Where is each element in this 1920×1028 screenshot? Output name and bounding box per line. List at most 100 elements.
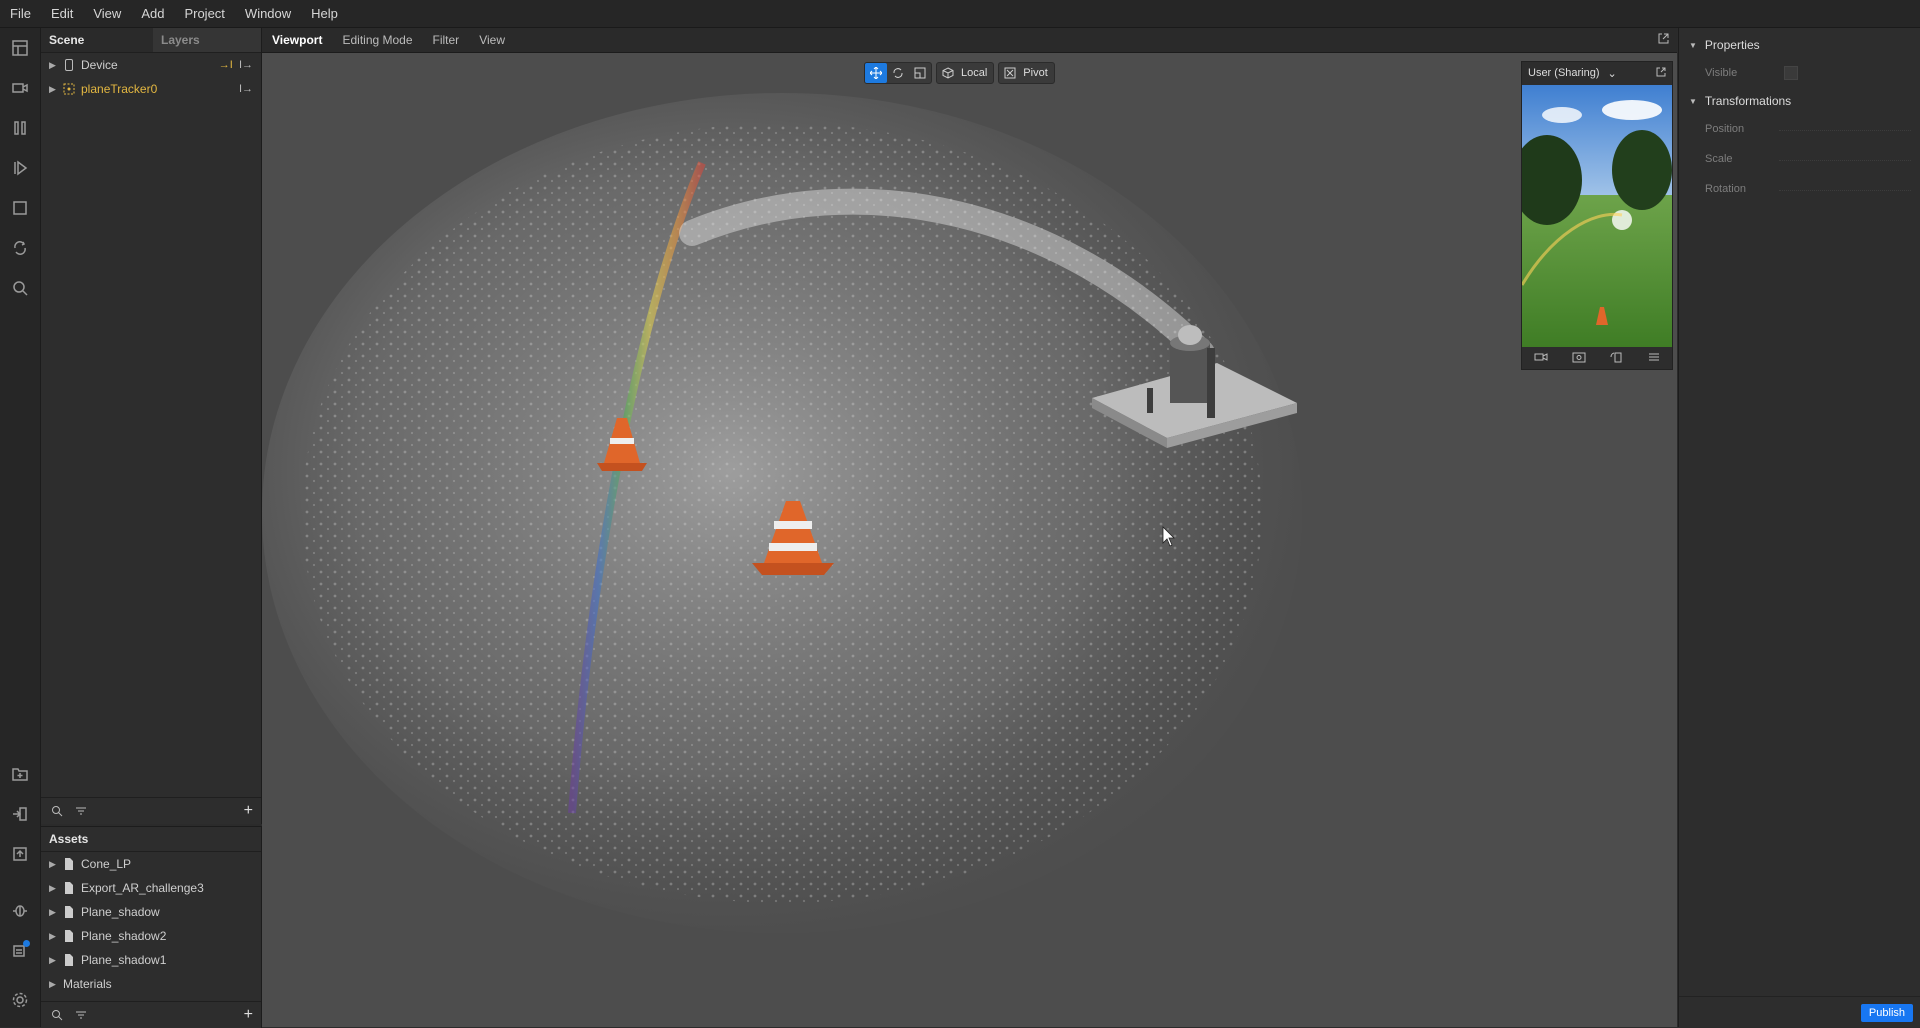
asset-item[interactable]: ▶ Cone_LP <box>41 852 261 876</box>
step-icon[interactable] <box>8 156 32 180</box>
bug-icon[interactable] <box>8 898 32 922</box>
settings-icon[interactable] <box>8 988 32 1012</box>
expand-arrow-icon[interactable]: ▶ <box>49 84 59 95</box>
collapse-arrow-icon[interactable]: ▼ <box>1689 97 1697 106</box>
tab-viewport[interactable]: Viewport <box>262 33 332 47</box>
tree-item-actions[interactable]: I→ <box>239 83 253 95</box>
menu-window[interactable]: Window <box>235 6 301 21</box>
asset-item[interactable]: ▶ Plane_shadow <box>41 900 261 924</box>
chevron-down-icon[interactable]: ⌄ <box>1608 67 1617 80</box>
filter-icon[interactable] <box>73 1007 89 1023</box>
section-title: Transformations <box>1704 94 1792 108</box>
file-icon <box>63 882 75 894</box>
file-icon <box>63 858 75 870</box>
expand-arrow-icon[interactable]: ▶ <box>49 883 59 894</box>
visible-checkbox[interactable] <box>1784 66 1798 80</box>
add-asset-button[interactable]: + <box>244 1006 253 1024</box>
tree-item-planetracker[interactable]: ▶ planeTracker0 I→ <box>41 77 261 101</box>
menu-bar: File Edit View Add Project Window Help <box>0 0 1920 28</box>
tree-item-actions[interactable]: →I I→ <box>219 59 253 71</box>
stop-icon[interactable] <box>8 196 32 220</box>
scale-row: Scale <box>1679 144 1920 174</box>
visible-row: Visible <box>1679 58 1920 88</box>
add-folder-icon[interactable] <box>8 762 32 786</box>
tab-scene[interactable]: Scene <box>41 28 92 52</box>
search-icon[interactable] <box>49 803 65 819</box>
asset-item[interactable]: ▶ Export_AR_challenge3 <box>41 876 261 900</box>
device-icon <box>63 59 75 71</box>
menu-view[interactable]: View <box>83 6 131 21</box>
tree-item-device[interactable]: ▶ Device →I I→ <box>41 53 261 77</box>
search-icon[interactable] <box>8 276 32 300</box>
publish-bar: Publish <box>1679 996 1920 1027</box>
publish-button[interactable]: Publish <box>1860 1004 1913 1022</box>
transformations-section-header[interactable]: ▼ Transformations <box>1679 88 1920 114</box>
asset-label: Plane_shadow <box>81 905 160 919</box>
search-icon[interactable] <box>49 1007 65 1023</box>
asset-label: Cone_LP <box>81 857 132 871</box>
device-preview: User (Sharing) ⌄ <box>1521 61 1673 370</box>
tab-layers[interactable]: Layers <box>153 28 261 52</box>
local-toggle[interactable]: Local <box>959 67 993 79</box>
expand-arrow-icon[interactable]: ▶ <box>49 931 59 942</box>
filter-icon[interactable] <box>73 803 89 819</box>
import-icon[interactable] <box>8 802 32 826</box>
scale-label: Scale <box>1705 153 1733 165</box>
position-label: Position <box>1705 123 1745 135</box>
expand-arrow-icon[interactable]: ▶ <box>49 907 59 918</box>
asset-folder[interactable]: ▶ Materials <box>41 972 261 996</box>
tab-editing-mode[interactable]: Editing Mode <box>332 33 422 47</box>
preview-camera-select[interactable]: User (Sharing) <box>1528 67 1600 79</box>
menu-add[interactable]: Add <box>131 6 174 21</box>
asset-label: Plane_shadow2 <box>81 929 167 943</box>
asset-item[interactable]: ▶ Plane_shadow1 <box>41 948 261 972</box>
pivot-toggle[interactable]: Pivot <box>1021 67 1053 79</box>
add-object-button[interactable]: + <box>244 802 253 820</box>
tree-item-label: planeTracker0 <box>81 82 158 96</box>
file-icon <box>63 930 75 942</box>
menu-help[interactable]: Help <box>301 6 348 21</box>
video-icon[interactable] <box>8 76 32 100</box>
expand-arrow-icon[interactable]: ▶ <box>49 859 59 870</box>
local-space-icon[interactable] <box>937 63 959 83</box>
position-fields[interactable] <box>1779 128 1911 131</box>
menu-icon[interactable] <box>1648 351 1660 365</box>
expand-arrow-icon[interactable]: ▶ <box>49 979 59 990</box>
scale-tool-icon[interactable] <box>909 63 931 83</box>
tab-view[interactable]: View <box>469 33 515 47</box>
pause-icon[interactable] <box>8 116 32 140</box>
rotate-device-icon[interactable] <box>1610 351 1624 366</box>
menu-project[interactable]: Project <box>174 6 234 21</box>
expand-arrow-icon[interactable]: ▶ <box>49 955 59 966</box>
rotation-fields[interactable] <box>1779 188 1911 191</box>
plane-tracker-icon <box>63 83 75 95</box>
asset-item[interactable]: ▶ Plane_shadow2 <box>41 924 261 948</box>
menu-edit[interactable]: Edit <box>41 6 83 21</box>
scene-panel-footer: + <box>41 797 261 824</box>
pivot-icon[interactable] <box>999 63 1021 83</box>
asset-label: Materials <box>63 977 112 991</box>
video-icon[interactable] <box>1534 351 1548 366</box>
file-icon <box>63 954 75 966</box>
menu-file[interactable]: File <box>0 6 41 21</box>
visible-label: Visible <box>1705 67 1738 79</box>
collapse-arrow-icon[interactable]: ▼ <box>1689 41 1697 50</box>
expand-arrow-icon[interactable]: ▶ <box>49 60 59 71</box>
assets-panel: Assets ▶ Cone_LP ▶ Export_AR_challenge3 ▶ P… <box>41 826 262 1028</box>
layout-icon[interactable] <box>8 36 32 60</box>
properties-section-header[interactable]: ▼ Properties <box>1679 32 1920 58</box>
position-row: Position <box>1679 114 1920 144</box>
tab-filter[interactable]: Filter <box>423 33 470 47</box>
popout-icon[interactable] <box>1648 33 1677 47</box>
viewport-tab-bar: Viewport Editing Mode Filter View <box>262 28 1677 53</box>
rotate-tool-icon[interactable] <box>887 63 909 83</box>
section-title: Properties <box>1704 38 1760 52</box>
viewport-canvas[interactable]: Local Pivot User (Sharing) ⌄ <box>262 53 1677 1027</box>
notifications-icon[interactable] <box>8 938 32 962</box>
refresh-icon[interactable] <box>8 236 32 260</box>
upload-icon[interactable] <box>8 842 32 866</box>
scale-fields[interactable] <box>1779 158 1911 161</box>
move-tool-icon[interactable] <box>865 63 887 83</box>
screenshot-icon[interactable] <box>1572 351 1586 366</box>
popout-icon[interactable] <box>1656 67 1666 80</box>
